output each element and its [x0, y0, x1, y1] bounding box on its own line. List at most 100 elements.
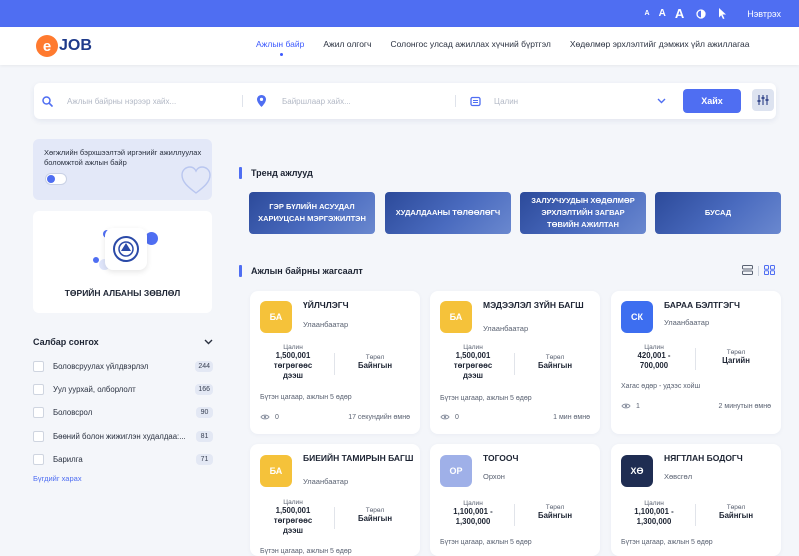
job-card[interactable]: СК БАРАА БЭЛТГЭГЧ Улаанбаатар Цалин 420,0…: [611, 291, 781, 434]
search-button[interactable]: Хайх: [683, 89, 741, 113]
location-field[interactable]: Байршлаар хайх...: [257, 83, 351, 119]
job-type: Төрөл Байнгын: [340, 507, 410, 523]
salary-line: 1,300,000: [636, 517, 672, 526]
login-link[interactable]: Нэвтрэх: [747, 9, 781, 19]
branch-count: 90: [196, 406, 213, 418]
nav-link-employment-support[interactable]: Хөдөлмөр эрхлэлтийг дэмжих үйл ажиллагаа: [570, 39, 750, 49]
keyword-input[interactable]: Ажлын байрны нэрээр хайх...: [67, 97, 176, 106]
disability-jobs-toggle[interactable]: [45, 173, 67, 185]
keyword-field[interactable]: Ажлын байрны нэрээр хайх...: [42, 83, 176, 119]
checkbox[interactable]: [33, 453, 44, 465]
trend-job-card[interactable]: БУСАД: [655, 192, 781, 234]
eye-icon: [260, 414, 270, 420]
salary-line: 1,100,001 -: [634, 507, 674, 516]
nav-link-jobs[interactable]: Ажлын байр: [256, 39, 304, 56]
job-card-footer: 0 1 мин өмнө: [440, 413, 590, 421]
job-list-header: Ажлын байрны жагсаалт: [239, 265, 363, 277]
grid-view-icon: [764, 265, 775, 275]
salary-line: 1,500,001: [275, 506, 311, 515]
divider: [334, 507, 335, 529]
font-size-medium-button[interactable]: A: [659, 8, 666, 19]
job-schedule: Бүтэн цагаар, ажлын 5 өдөр: [260, 548, 352, 555]
checkbox[interactable]: [33, 406, 44, 418]
job-card[interactable]: БА МЭДЭЭЛЭЛ ЗҮЙН БАГШ Улаанбаатар Цалин 1…: [430, 291, 600, 434]
grid-view-button[interactable]: [764, 265, 775, 275]
ejob-logo[interactable]: e JOB: [36, 35, 92, 57]
nav-link-employers[interactable]: Ажил олгогч: [323, 39, 371, 49]
job-type: Төрөл Цагийн: [701, 349, 771, 365]
company-badge: БА: [260, 455, 292, 487]
job-title[interactable]: ТОГООЧ: [483, 453, 595, 464]
job-schedule: Бүтэн цагаар, ажлын 5 өдөр: [621, 539, 713, 546]
job-card[interactable]: ХӨ НЯГТЛАН БОДОГЧ Хөвсгөл Цалин 1,100,001…: [611, 444, 781, 556]
divider: [695, 348, 696, 370]
type-value: Байнгын: [357, 361, 393, 370]
list-view-icon: [742, 265, 753, 275]
job-card-footer: 1 2 минутын өмнө: [621, 402, 771, 410]
type-value: Байнгын: [718, 511, 754, 520]
posted-time: 2 минутын өмнө: [718, 402, 771, 410]
list-view-button[interactable]: [742, 265, 753, 275]
job-title[interactable]: ҮЙЛЧЛЭГЧ: [303, 300, 415, 311]
branch-item[interactable]: Боловсрол 90: [33, 405, 213, 419]
filter-button[interactable]: [752, 89, 774, 111]
salary-line: төгрөгөөс: [273, 361, 313, 370]
job-card[interactable]: БА ҮЙЛЧЛЭГЧ Улаанбаатар Цалин 1,500,001 тө…: [250, 291, 420, 434]
sliders-icon: [757, 95, 769, 105]
see-all-link[interactable]: Бүгдийг харах: [33, 474, 82, 483]
trend-job-card[interactable]: ХУДАЛДААНЫ ТӨЛӨӨЛӨГЧ: [385, 192, 511, 234]
salary-select[interactable]: Цалин: [470, 83, 666, 119]
wallet-icon: [470, 96, 481, 106]
job-title[interactable]: МЭДЭЭЛЭЛ ЗҮЙН БАГШ: [483, 300, 595, 311]
trending-header: Тренд ажлууд: [239, 167, 313, 179]
salary-line: 1,500,001: [275, 351, 311, 360]
company-badge: БА: [440, 301, 472, 333]
job-card[interactable]: ОР ТОГООЧ Орхон Цалин 1,100,001 -1,300,00…: [430, 444, 600, 556]
branch-item[interactable]: Барилга 71: [33, 452, 213, 466]
location-input[interactable]: Байршлаар хайх...: [282, 97, 351, 106]
job-title[interactable]: БИЕИЙН ТАМИРЫН БАГШ: [303, 453, 415, 464]
logo-mark: e: [36, 35, 58, 57]
decor-dot: [93, 257, 99, 263]
font-size-large-button[interactable]: A: [675, 7, 684, 20]
trend-job-card[interactable]: ЗАЛУУЧУУДЫН ХӨДӨЛМӨР ЭРХЛЭЛТИЙН ЗАГВАР Т…: [520, 192, 646, 234]
contrast-icon[interactable]: [696, 8, 706, 19]
cursor-icon[interactable]: [718, 8, 727, 19]
job-type: Төрөл Байнгын: [701, 504, 771, 520]
search-bar: Ажлын байрны нэрээр хайх... Байршлаар ха…: [34, 83, 776, 119]
checkbox[interactable]: [33, 383, 44, 395]
checkbox[interactable]: [33, 360, 44, 372]
chevron-down-icon: [657, 98, 666, 104]
job-schedule: Хагас өдөр - удээс хойш: [621, 383, 701, 390]
type-value: Байнгын: [537, 511, 573, 520]
search-icon: [42, 95, 53, 107]
job-salary: Цалин 1,500,001 төгрөгөөс дээш: [438, 344, 508, 381]
job-location: Орхон: [483, 472, 505, 481]
nav-link-korea-labor[interactable]: Солонгос улсад ажиллах хүчний бүртгэл: [390, 39, 550, 49]
salary-line: 700,000: [639, 361, 669, 370]
branch-item[interactable]: Бөөний болон жижиглэн худалдаа:... 81: [33, 429, 213, 443]
checkbox[interactable]: [33, 430, 44, 442]
job-schedule: Бүтэн цагаар, ажлын 5 өдөр: [440, 395, 532, 402]
job-salary: Цалин 1,500,001 төгрөгөөс дээш: [258, 344, 328, 381]
trend-job-card[interactable]: ГЭР БҮЛИЙН АСУУДАЛ ХАРИУЦСАН МЭРГЭЖИЛТЭН: [249, 192, 375, 234]
salary-line: дээш: [462, 371, 484, 380]
nav-links: Ажлын байр Ажил олгогч Солонгос улсад аж…: [256, 39, 750, 56]
job-title[interactable]: БАРАА БЭЛТГЭГЧ: [664, 300, 776, 311]
company-badge: СК: [621, 301, 653, 333]
type-key: Төрөл: [545, 354, 565, 361]
type-key: Төрөл: [365, 354, 385, 361]
civil-service-council-card[interactable]: ТӨРИЙН АЛБАНЫ ЗӨВЛӨЛ: [33, 211, 212, 313]
job-title[interactable]: НЯГТЛАН БОДОГЧ: [664, 453, 776, 464]
company-badge: БА: [260, 301, 292, 333]
job-type: Төрөл Байнгын: [520, 354, 590, 370]
branch-item[interactable]: Боловсруулах үйлдвэрлэл 244: [33, 359, 213, 373]
branch-count: 81: [196, 430, 213, 442]
branch-item[interactable]: Уул уурхай, олборлолт 166: [33, 382, 213, 396]
job-card[interactable]: БА БИЕИЙН ТАМИРЫН БАГШ Улаанбаатар Цалин…: [250, 444, 420, 556]
branch-label: Боловсруулах үйлдвэрлэл: [53, 361, 149, 371]
font-size-small-button[interactable]: A: [645, 10, 650, 17]
branch-filter-header[interactable]: Салбар сонгох: [33, 337, 213, 347]
salary-line: 420,001 -: [637, 351, 671, 360]
disability-jobs-card[interactable]: Хөгжлийн бэрхшээлтэй иргэнийг ажиллуулах…: [33, 139, 212, 200]
